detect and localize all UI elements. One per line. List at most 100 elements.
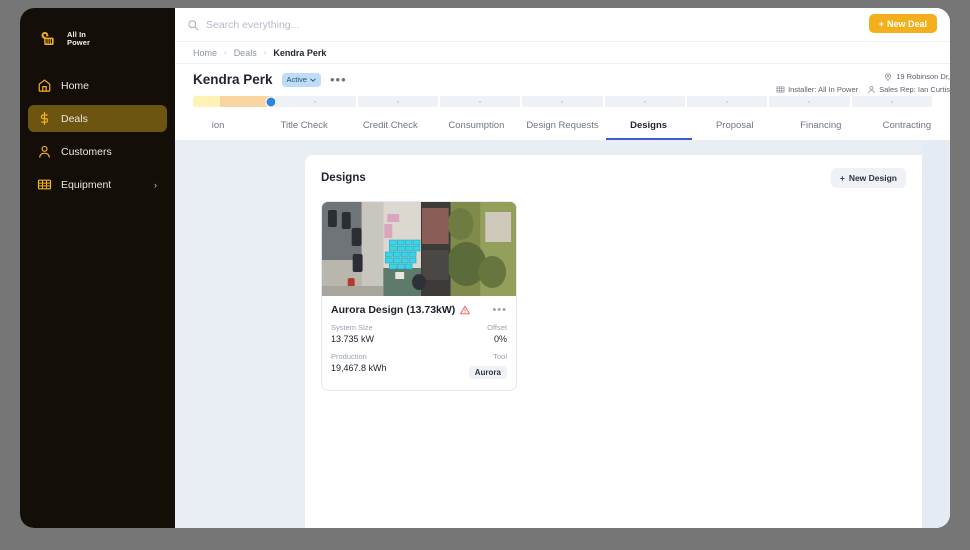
- system-size-value: 13.735 kW: [331, 334, 375, 344]
- offset-label: Offset: [487, 323, 507, 332]
- deal-stage-progress[interactable]: [193, 96, 932, 107]
- deal-tabs: ion Title Check Credit Check Consumption…: [175, 112, 950, 141]
- design-title: Aurora Design (13.73kW): [331, 304, 456, 316]
- stage-segment[interactable]: [193, 96, 277, 107]
- deal-party-line: Installer: All In Power Sales Rep: Ian C…: [776, 83, 950, 96]
- tab-consumption[interactable]: Consumption: [433, 112, 519, 140]
- deal-installer-label: Installer: All In Power: [788, 85, 859, 94]
- app-logo-text: All In Power: [67, 30, 91, 48]
- tab-contracting[interactable]: Contracting: [864, 112, 950, 140]
- sidebar-item-label: Equipment: [61, 178, 112, 191]
- sidebar: All In Power Home Deals Customers Equipm…: [20, 8, 175, 528]
- location-pin-icon: [885, 72, 892, 81]
- solar-panel-icon: [776, 86, 785, 93]
- dollar-icon: [40, 111, 49, 126]
- global-search[interactable]: [187, 18, 446, 31]
- new-deal-label: New Deal: [886, 18, 927, 29]
- design-aerial-thumbnail[interactable]: [322, 202, 516, 296]
- designs-panel-title: Designs: [321, 172, 366, 184]
- offset-metric: Offset 0%: [487, 323, 507, 345]
- sidebar-nav: Home Deals Customers Equipment ›: [20, 72, 175, 198]
- home-icon: [38, 79, 51, 92]
- stage-segment[interactable]: [604, 96, 685, 107]
- status-badge-label: Active: [286, 75, 307, 84]
- stage-segment[interactable]: [439, 96, 521, 107]
- solar-panel-icon: [37, 179, 52, 190]
- tab-financing[interactable]: Financing: [778, 112, 864, 140]
- sidebar-item-label: Home: [61, 79, 90, 92]
- scroll-strip[interactable]: [922, 141, 950, 528]
- plus-icon: +: [839, 173, 845, 183]
- search-input[interactable]: [206, 18, 446, 31]
- tab-title-check[interactable]: Title Check: [261, 112, 347, 140]
- deal-sales-rep: Sales Rep: Ian Curtis: [867, 83, 950, 96]
- new-deal-button[interactable]: + New Deal: [868, 14, 937, 33]
- design-card-body: Aurora Design (13.73kW) ••• System Size: [322, 296, 516, 390]
- stage-dot-icon: [479, 100, 482, 103]
- stage-segment[interactable]: [851, 96, 932, 107]
- stage-segment[interactable]: [769, 96, 850, 107]
- breadcrumb-item-deals[interactable]: Deals: [234, 48, 257, 58]
- production-value: 19,467.8 kWh: [331, 363, 387, 373]
- deal-address: 19 Robinson Dr,: [896, 72, 950, 81]
- design-metrics-row-1: System Size 13.735 kW Offset 0%: [331, 323, 507, 345]
- breadcrumb: Home › Deals › Kendra Perk: [175, 41, 950, 64]
- top-bar: + New Deal: [175, 8, 950, 41]
- designs-panel: Designs + New Design Aurora Design (13.7…: [305, 155, 922, 528]
- deal-more-menu-button[interactable]: •••: [330, 72, 347, 87]
- aerial-map-image: [322, 202, 516, 296]
- new-design-button[interactable]: + New Design: [830, 168, 906, 188]
- tab-proposal[interactable]: Proposal: [692, 112, 778, 140]
- sidebar-item-label: Deals: [61, 112, 88, 125]
- warning-triangle-icon[interactable]: [460, 305, 471, 315]
- logo-line-2: Power: [67, 38, 91, 47]
- design-card[interactable]: Aurora Design (13.73kW) ••• System Size: [321, 201, 517, 391]
- tab-design-requests[interactable]: Design Requests: [519, 112, 605, 140]
- sidebar-item-customers[interactable]: Customers: [28, 138, 167, 165]
- stage-segment[interactable]: [522, 96, 603, 107]
- system-size-label: System Size: [331, 323, 373, 332]
- chevron-right-icon: ›: [263, 48, 267, 57]
- stage-segment[interactable]: [357, 96, 438, 107]
- all-in-power-logo-icon: [41, 31, 54, 45]
- page-title: Kendra Perk: [193, 72, 273, 87]
- stage-dot-icon: [890, 100, 893, 103]
- system-size-metric: System Size 13.735 kW: [331, 323, 374, 345]
- sidebar-item-equipment[interactable]: Equipment ›: [28, 171, 167, 198]
- stage-segment[interactable]: [686, 96, 768, 107]
- tool-label: Tool: [493, 352, 507, 361]
- new-design-label: New Design: [848, 173, 897, 183]
- sidebar-item-label: Customers: [61, 145, 112, 158]
- tab-information[interactable]: ion: [175, 112, 261, 140]
- designs-panel-header: Designs + New Design: [321, 168, 906, 188]
- tool-metric: Tool Aurora: [468, 352, 507, 380]
- deal-installer: Installer: All In Power: [776, 83, 858, 96]
- production-metric: Production 19,467.8 kWh: [331, 352, 387, 380]
- tab-credit-check[interactable]: Credit Check: [347, 112, 433, 140]
- production-label: Production: [331, 352, 367, 361]
- design-more-menu-button[interactable]: •••: [492, 304, 507, 316]
- main-area: + New Deal Home › Deals › Kendra Perk 19…: [175, 8, 950, 528]
- person-icon: [39, 145, 50, 158]
- sidebar-item-home[interactable]: Home: [28, 72, 167, 99]
- stage-dot-icon: [643, 100, 646, 103]
- offset-value: 0%: [493, 334, 507, 344]
- person-icon: [868, 86, 875, 94]
- content-gutter: [175, 155, 305, 528]
- breadcrumb-item-home[interactable]: Home: [193, 48, 217, 58]
- app-logo[interactable]: All In Power: [20, 18, 175, 52]
- stage-dot-icon: [314, 100, 317, 103]
- stage-segment[interactable]: [275, 96, 356, 107]
- stage-dot-icon: [726, 100, 729, 103]
- chevron-right-icon: ›: [224, 48, 227, 57]
- content-area: Designs + New Design Aurora Design (13.7…: [175, 141, 950, 528]
- tab-designs[interactable]: Designs: [605, 112, 692, 140]
- breadcrumb-item-current: Kendra Perk: [273, 47, 327, 58]
- deal-address-line: 19 Robinson Dr,: [776, 70, 950, 83]
- status-badge[interactable]: Active: [281, 72, 321, 87]
- sidebar-item-deals[interactable]: Deals: [28, 105, 167, 132]
- stage-dot-icon: [561, 100, 564, 103]
- plus-icon: +: [878, 18, 884, 29]
- stage-fill-yellow: [193, 96, 222, 107]
- chevron-down-icon: [310, 77, 316, 82]
